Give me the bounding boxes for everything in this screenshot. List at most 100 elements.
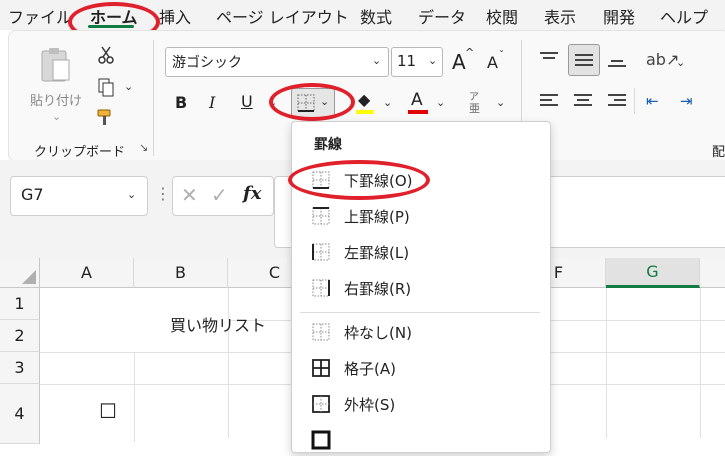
column-header-b[interactable]: B bbox=[134, 258, 228, 288]
checkbox-cell[interactable]: ☐ bbox=[99, 399, 117, 423]
menu-item-right-border[interactable]: 右罫線(R) bbox=[300, 272, 540, 304]
annotation-circle-bottom-border bbox=[288, 160, 430, 200]
menu-item-top-border[interactable]: 上罫線(P) bbox=[300, 200, 540, 232]
formula-buttons: ✕ ✓ fx bbox=[172, 176, 274, 216]
copy-icon bbox=[98, 78, 114, 97]
all-borders-icon bbox=[310, 357, 332, 379]
phonetic-sub-glyph: 亜 bbox=[469, 102, 480, 115]
menu-title: 罫線 bbox=[314, 137, 342, 153]
grow-font-button[interactable]: A bbox=[452, 50, 466, 74]
tab-view[interactable]: 表示 bbox=[544, 4, 576, 28]
menu-item-no-border[interactable]: 枠なし(N) bbox=[300, 316, 540, 348]
caret-up-icon: ^ bbox=[465, 46, 475, 59]
paste-dropdown-chevron[interactable]: ⌄ bbox=[52, 110, 61, 123]
menu-item-label: 右罫線(R) bbox=[344, 279, 412, 298]
gridline bbox=[134, 352, 135, 442]
border-top-icon bbox=[310, 205, 332, 227]
column-header-next[interactable] bbox=[700, 258, 725, 288]
align-bottom-icon[interactable] bbox=[608, 60, 626, 67]
orientation-dropdown-chevron[interactable]: ⌄ bbox=[676, 56, 685, 69]
increase-indent-icon[interactable]: ⇥ bbox=[680, 92, 693, 110]
name-box-value: G7 bbox=[21, 185, 44, 204]
border-left-icon bbox=[310, 241, 332, 263]
align-center-icon[interactable] bbox=[574, 94, 592, 106]
thick-outside-border-icon bbox=[310, 429, 332, 451]
phonetic-dropdown-chevron[interactable]: ⌄ bbox=[496, 96, 505, 109]
underline-button[interactable]: U bbox=[241, 92, 253, 111]
border-right-icon bbox=[310, 277, 332, 299]
font-size-value: 11 bbox=[397, 52, 417, 70]
font-color-dropdown-chevron[interactable]: ⌄ bbox=[436, 96, 445, 109]
orientation-icon[interactable]: ab↗ bbox=[646, 50, 679, 69]
italic-button[interactable]: I bbox=[209, 93, 215, 112]
tab-file[interactable]: ファイル bbox=[8, 4, 72, 28]
column-header-g[interactable]: G bbox=[606, 258, 700, 288]
more-options-icon[interactable]: ⋮ bbox=[155, 184, 171, 203]
alignment-group-label: 配 bbox=[712, 145, 725, 160]
tab-insert[interactable]: 挿入 bbox=[159, 4, 191, 28]
row-header-2[interactable]: 2 bbox=[0, 320, 40, 352]
copy-dropdown-chevron[interactable]: ⌄ bbox=[124, 80, 133, 93]
menu-item-label: 上罫線(P) bbox=[344, 207, 410, 226]
no-border-icon bbox=[310, 321, 332, 343]
title-cell[interactable]: 買い物リスト bbox=[170, 312, 266, 336]
format-painter-button[interactable] bbox=[95, 106, 117, 128]
chevron-down-icon: ⌄ bbox=[428, 54, 438, 67]
column-header-a[interactable]: A bbox=[40, 258, 134, 288]
align-middle-button[interactable] bbox=[568, 44, 600, 76]
tab-formulas[interactable]: 数式 bbox=[360, 4, 392, 28]
menu-item-left-border[interactable]: 左罫線(L) bbox=[300, 236, 540, 268]
cancel-button[interactable]: ✕ bbox=[181, 183, 198, 207]
paste-button[interactable] bbox=[34, 42, 78, 88]
dialog-launcher-icon[interactable]: ↘ bbox=[139, 141, 148, 154]
menu-item-outside-borders[interactable]: 外枠(S) bbox=[300, 388, 540, 420]
enter-button[interactable]: ✓ bbox=[211, 183, 228, 207]
tab-page-layout[interactable]: ページ レイアウト bbox=[216, 4, 349, 28]
menu-item-label: 外枠(S) bbox=[344, 395, 396, 414]
align-right-icon[interactable] bbox=[608, 94, 626, 106]
menu-item-label: 格子(A) bbox=[344, 359, 396, 378]
font-size-dropdown[interactable]: 11 ⌄ bbox=[391, 47, 443, 77]
font-name-dropdown[interactable]: 游ゴシック ⌄ bbox=[165, 47, 389, 77]
menu-item-label: 左罫線(L) bbox=[344, 243, 410, 262]
menu-item-all-borders[interactable]: 格子(A) bbox=[300, 352, 540, 384]
caret-down-icon: ˇ bbox=[499, 50, 504, 61]
shrink-font-button[interactable]: A bbox=[487, 53, 498, 72]
paintbrush-icon bbox=[97, 109, 111, 125]
clipboard-group-label: クリップボード bbox=[34, 145, 126, 160]
decrease-indent-icon[interactable]: ⇤ bbox=[646, 92, 659, 110]
font-color-button[interactable]: A bbox=[411, 90, 423, 110]
menu-item-label: 枠なし(N) bbox=[344, 323, 412, 342]
group-separator bbox=[153, 40, 154, 156]
clipboard-icon bbox=[41, 48, 70, 82]
align-top-icon[interactable] bbox=[540, 52, 558, 59]
menu-separator bbox=[300, 312, 540, 313]
group-separator bbox=[634, 88, 635, 114]
insert-function-button[interactable]: fx bbox=[243, 183, 261, 204]
align-left-icon[interactable] bbox=[540, 94, 558, 106]
copy-button[interactable] bbox=[95, 76, 117, 98]
select-all-corner[interactable] bbox=[0, 258, 40, 288]
chevron-down-icon: ⌄ bbox=[372, 54, 382, 67]
gridline bbox=[606, 288, 607, 438]
fill-color-icon[interactable]: ◆ bbox=[358, 90, 370, 109]
bold-button[interactable]: B bbox=[175, 93, 187, 112]
corner-triangle-icon bbox=[22, 270, 36, 284]
cut-button[interactable] bbox=[95, 44, 117, 66]
scissors-icon bbox=[98, 46, 114, 64]
chevron-down-icon: ⌄ bbox=[127, 188, 137, 201]
row-header-1[interactable]: 1 bbox=[0, 288, 40, 320]
tab-data[interactable]: データ bbox=[418, 4, 466, 28]
row-header-4[interactable]: 4 bbox=[0, 384, 40, 444]
tab-help[interactable]: ヘルプ bbox=[660, 4, 708, 28]
paste-label: 貼り付け bbox=[30, 94, 83, 109]
tab-developer[interactable]: 開発 bbox=[603, 4, 635, 28]
menu-item-thick-outside[interactable] bbox=[300, 424, 540, 456]
fill-color-dropdown-chevron[interactable]: ⌄ bbox=[383, 96, 392, 109]
row-header-3[interactable]: 3 bbox=[0, 352, 40, 384]
font-color-swatch bbox=[408, 110, 428, 114]
tab-review[interactable]: 校閲 bbox=[486, 4, 518, 28]
fill-color-swatch bbox=[356, 110, 374, 114]
name-box[interactable]: G7 ⌄ bbox=[10, 176, 148, 216]
font-name-value: 游ゴシック bbox=[172, 55, 242, 71]
